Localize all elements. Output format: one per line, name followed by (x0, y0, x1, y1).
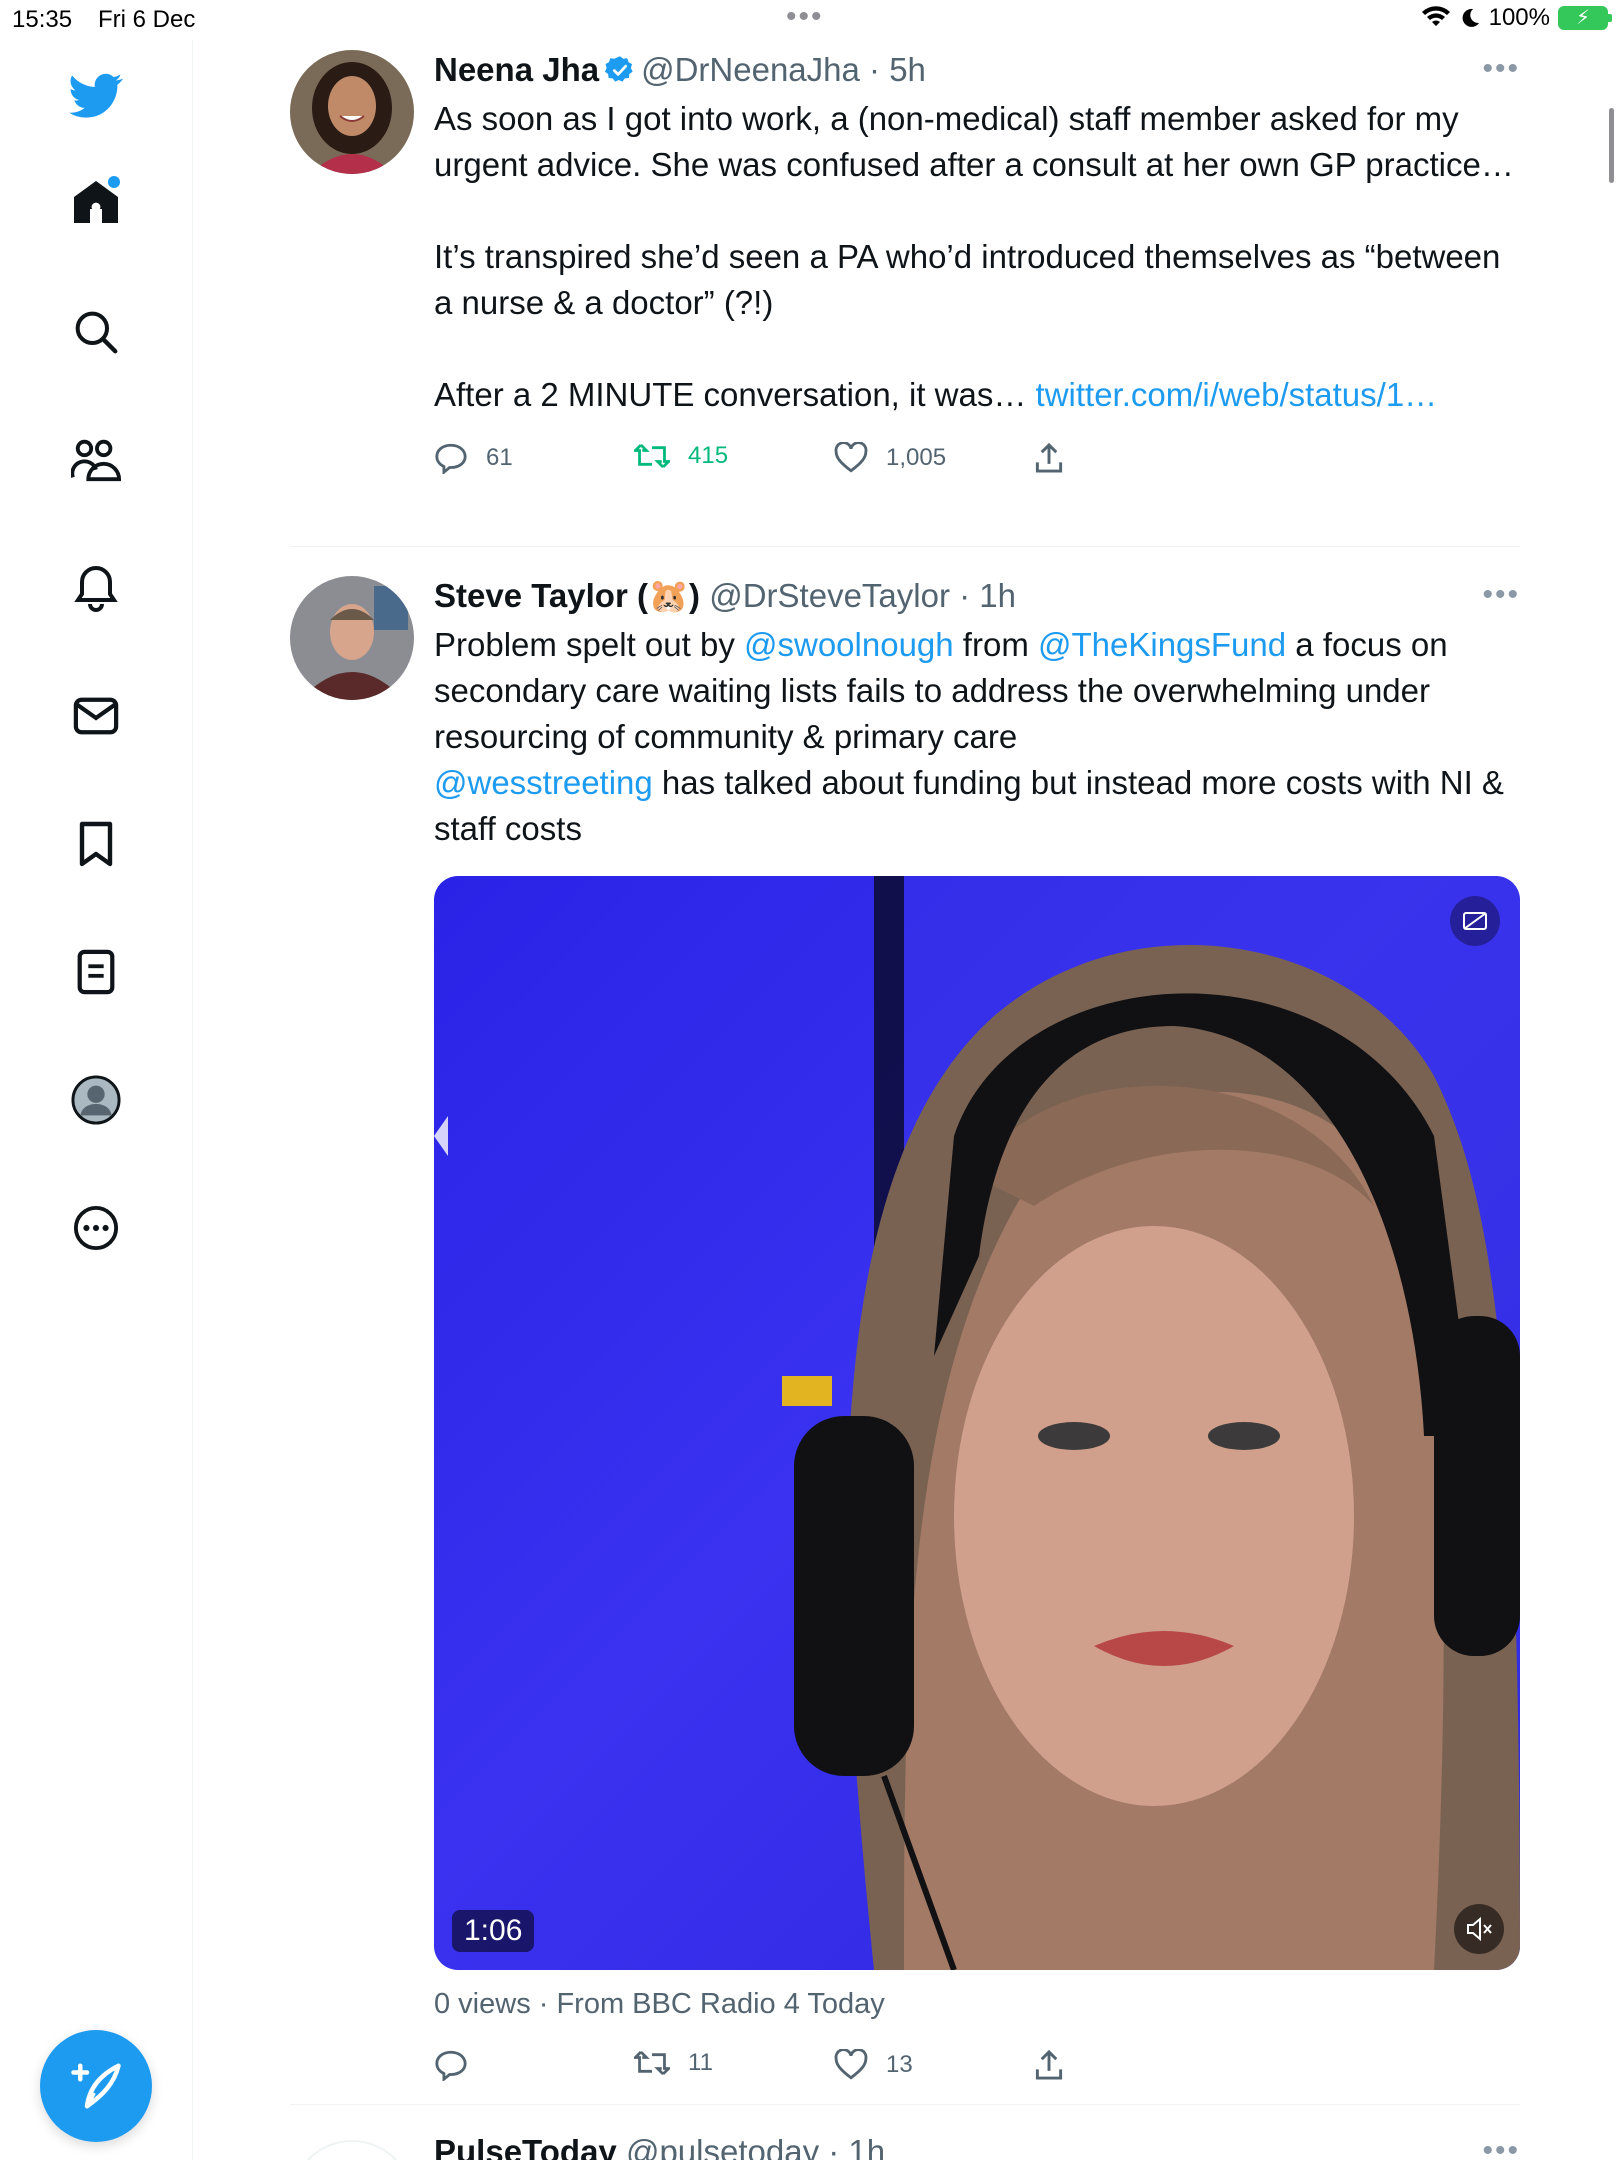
wifi-icon (1421, 6, 1450, 26)
video-player[interactable]: 1:06 (434, 876, 1520, 1970)
reply-icon (435, 443, 467, 474)
share-button[interactable] (1034, 442, 1064, 474)
more-icon[interactable] (66, 1198, 126, 1258)
tweet-text: As soon as I got into work, a (non-medic… (434, 96, 1520, 418)
profile-icon[interactable] (66, 1070, 126, 1130)
status-bar: 15:35 Fri 6 Dec ••• 100% ⚡ (0, 0, 1620, 40)
heart-icon (834, 2049, 868, 2080)
tweet-text: Problem spelt out by @swoolnough from @T… (434, 622, 1520, 852)
captions-button[interactable] (1450, 896, 1500, 946)
scroll-indicator[interactable] (1609, 108, 1614, 183)
tweet-text-segment: from (953, 626, 1038, 663)
retweet-button[interactable]: 415 (634, 442, 728, 470)
retweet-count: 415 (688, 442, 729, 469)
tweet-actions: 11 13 (434, 2049, 1520, 2099)
share-icon (1035, 2049, 1063, 2080)
lists-icon[interactable] (66, 942, 126, 1002)
like-button[interactable]: 13 (834, 2049, 913, 2081)
more-options-icon[interactable]: ••• (1482, 2134, 1520, 2160)
battery-icon: ⚡ (1558, 6, 1612, 30)
author-handle[interactable]: @pulsetoday (626, 2133, 819, 2160)
heart-icon (834, 442, 868, 473)
tweet-time[interactable]: · 5h (869, 51, 926, 88)
twitter-bird-icon[interactable] (66, 66, 126, 126)
sidebar-nav (0, 40, 193, 2160)
tweet[interactable]: Steve Taylor (🐹) @DrSteveTaylor · 1h •••… (290, 576, 1520, 2096)
tweet-text-line: It’s transpired she’d seen a PA who’d in… (434, 238, 1501, 321)
author-name[interactable]: PulseToday (434, 2133, 617, 2160)
battery-percent: 100% (1488, 4, 1550, 31)
like-count: 1,005 (886, 444, 947, 471)
retweet-count: 11 (688, 2049, 713, 2076)
tweet-text-segment: Problem spelt out by (434, 626, 744, 663)
tweet-time[interactable]: · 1h (828, 2133, 885, 2160)
speaker-muted-icon (1467, 1916, 1492, 1942)
author-handle[interactable]: @DrNeenaJha (641, 51, 860, 88)
tweet-divider (290, 2104, 1520, 2105)
reply-button[interactable]: 61 (434, 442, 513, 474)
home-icon[interactable] (66, 172, 126, 232)
author-handle[interactable]: @DrSteveTaylor (709, 577, 950, 614)
reply-button[interactable] (434, 2049, 486, 2081)
tweet-divider (290, 546, 1520, 547)
retweet-icon (634, 443, 670, 469)
notifications-icon[interactable] (66, 558, 126, 618)
reply-icon (435, 2050, 467, 2081)
captions-off-icon (1463, 912, 1487, 930)
status-date: Fri 6 Dec (98, 6, 196, 33)
communities-icon[interactable] (66, 430, 126, 490)
avatar[interactable] (290, 2140, 414, 2160)
tweet[interactable]: Neena Jha @DrNeenaJha · 5h ••• As soon a… (290, 50, 1520, 530)
like-count: 13 (886, 2051, 913, 2078)
mention-link[interactable]: @TheKingsFund (1038, 626, 1286, 663)
video-duration: 1:06 (452, 1910, 535, 1952)
more-options-icon[interactable]: ••• (1482, 578, 1520, 612)
retweet-icon (634, 2050, 670, 2076)
status-indicators: 100% ⚡ (1421, 4, 1612, 32)
mute-button[interactable] (1454, 1904, 1504, 1954)
tweet-actions: 61 415 1,005 (434, 442, 1520, 492)
tweet-text-line: After a 2 MINUTE conversation, it was… (434, 376, 1027, 413)
tweet-text-blank (434, 188, 1520, 234)
tweet-link[interactable]: twitter.com/i/web/status/1… (1036, 376, 1438, 413)
messages-icon[interactable] (66, 686, 126, 746)
mention-link[interactable]: @wesstreeting (434, 764, 653, 801)
bookmarks-icon[interactable] (66, 814, 126, 874)
multitasking-dots-icon[interactable]: ••• (786, 0, 824, 34)
avatar[interactable] (290, 576, 414, 700)
compose-button[interactable] (40, 2030, 152, 2142)
search-icon[interactable] (66, 302, 126, 362)
reply-count: 61 (486, 444, 513, 471)
video-views-source: 0 views · From BBC Radio 4 Today (434, 1988, 885, 2020)
tweet-time[interactable]: · 1h (959, 577, 1016, 614)
author-name[interactable]: Neena Jha (434, 51, 599, 88)
share-icon (1035, 442, 1063, 473)
author-name[interactable]: Steve Taylor (🐹) (434, 577, 700, 614)
new-posts-dot (108, 176, 120, 188)
do-not-disturb-moon-icon (1462, 8, 1479, 27)
verified-badge-icon (605, 56, 633, 82)
share-button[interactable] (1034, 2049, 1064, 2081)
avatar[interactable] (290, 50, 414, 174)
retweet-button[interactable]: 11 (634, 2049, 713, 2077)
compose-icon (71, 2063, 121, 2109)
like-button[interactable]: 1,005 (834, 442, 946, 474)
tweet[interactable]: PulseToday @pulsetoday · 1h ••• (290, 2132, 1520, 2160)
tweet-text-line: As soon as I got into work, a (non-medic… (434, 100, 1514, 183)
video-frame (434, 876, 1520, 1970)
mention-link[interactable]: @swoolnough (744, 626, 954, 663)
status-time: 15:35 (12, 6, 73, 33)
tweet-text-blank (434, 326, 1520, 372)
more-options-icon[interactable]: ••• (1482, 52, 1520, 86)
